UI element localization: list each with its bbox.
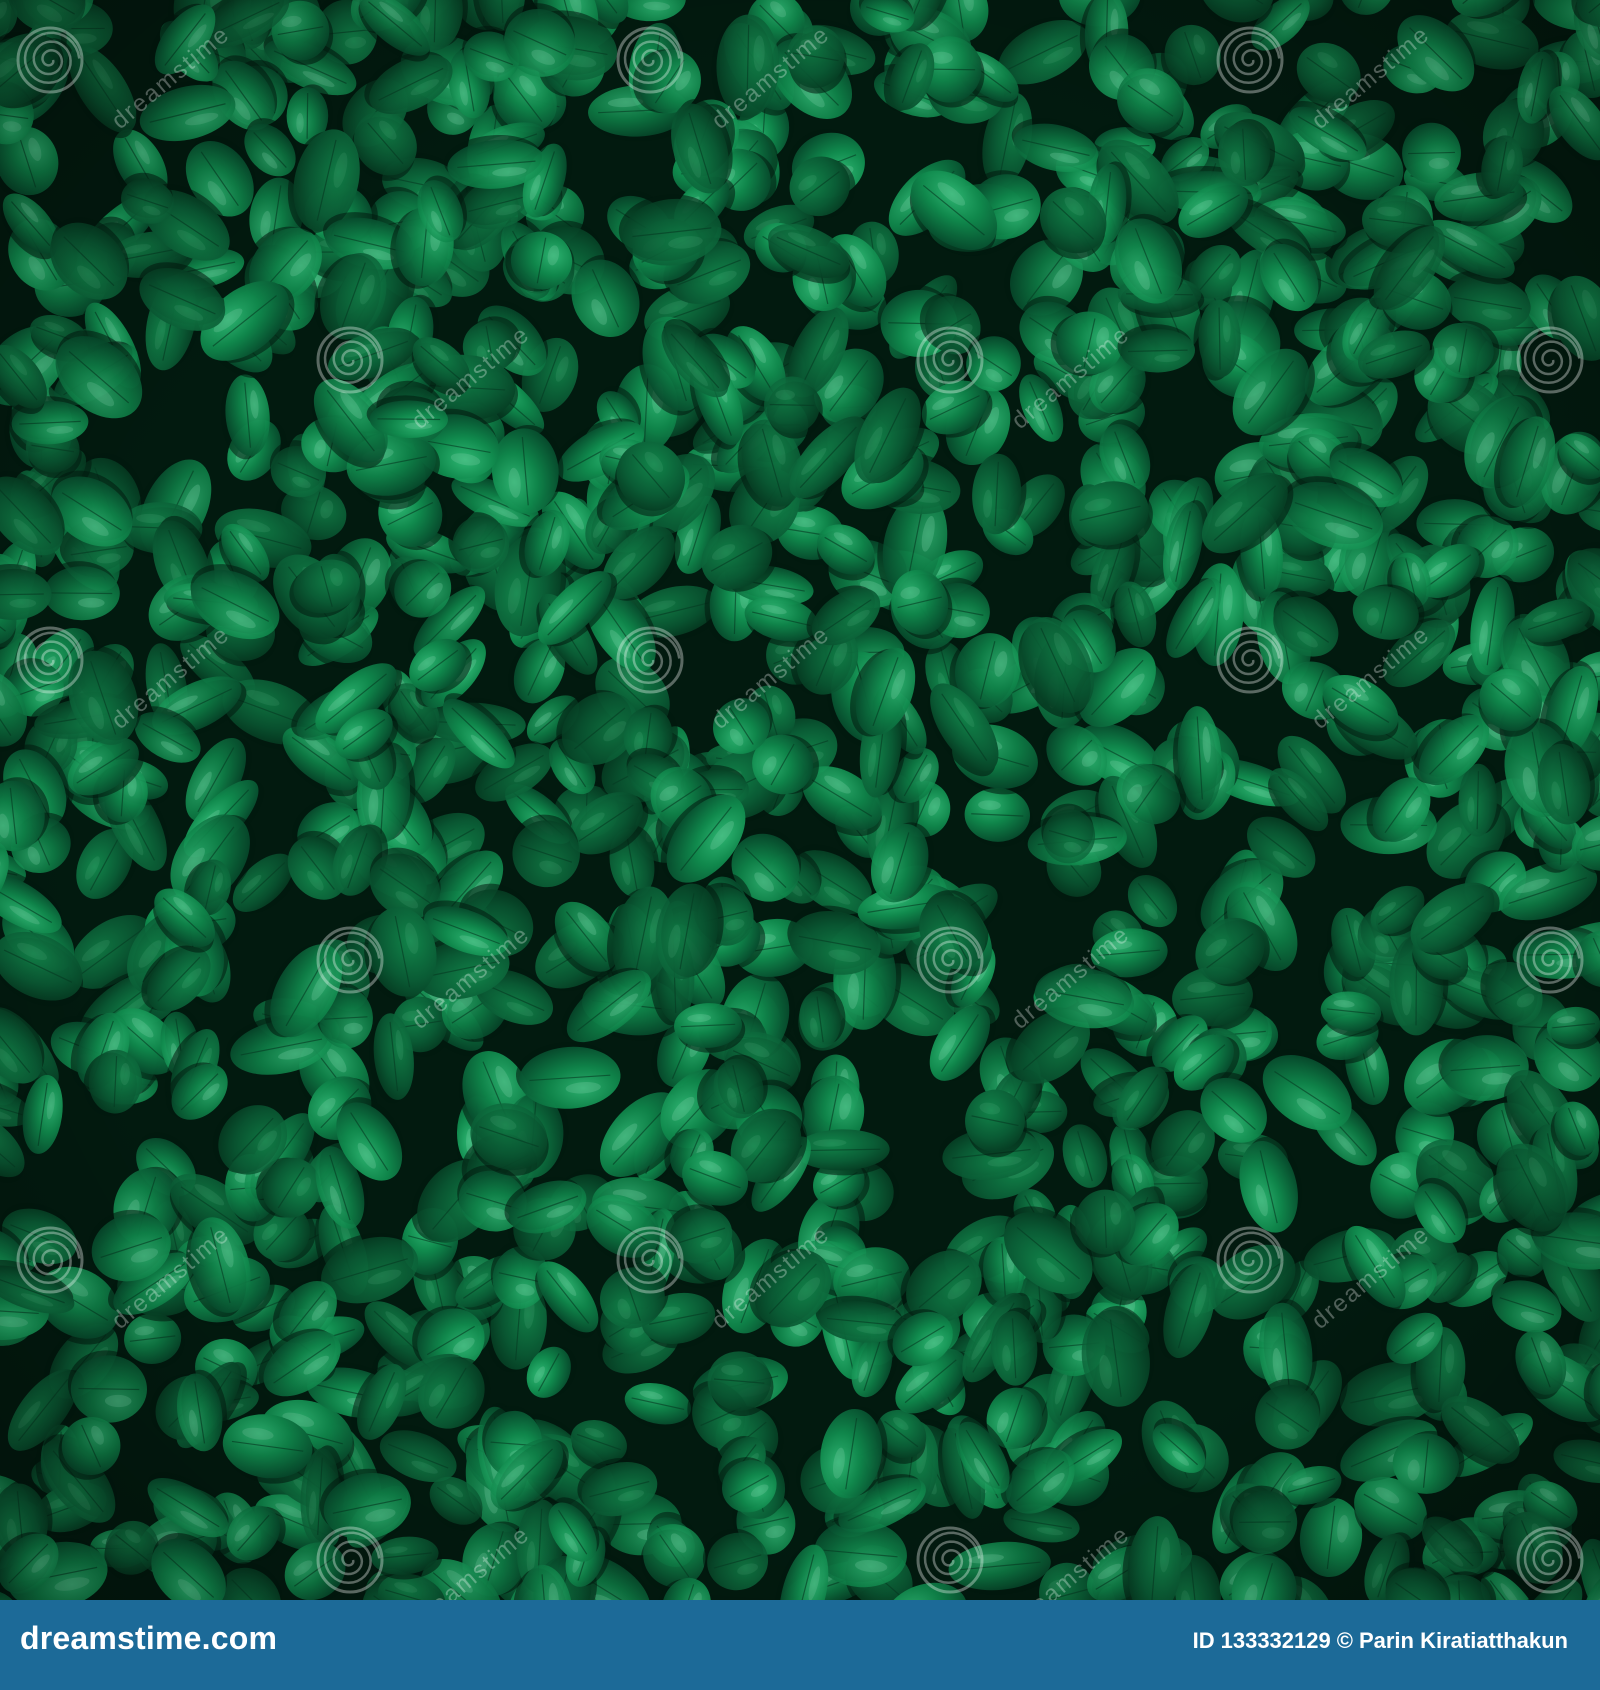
vignette-overlay xyxy=(0,0,1600,1600)
id-value: 133332129 xyxy=(1220,1628,1331,1653)
leaf-photo xyxy=(0,0,1600,1600)
stock-photo-footer: dreamstime.com ID 133332129 © Parin Kiratia… xyxy=(0,1600,1600,1690)
author-name: Parin Kiratiatthakun xyxy=(1358,1628,1568,1653)
copyright-symbol: © xyxy=(1336,1628,1353,1653)
dreamstime-logo[interactable]: dreamstime.com xyxy=(20,1620,277,1657)
id-label: ID xyxy=(1192,1628,1215,1653)
leaf-canvas xyxy=(0,0,1600,1600)
photo-credit: ID 133332129 © Parin Kiratiatthakun xyxy=(1187,1628,1568,1654)
